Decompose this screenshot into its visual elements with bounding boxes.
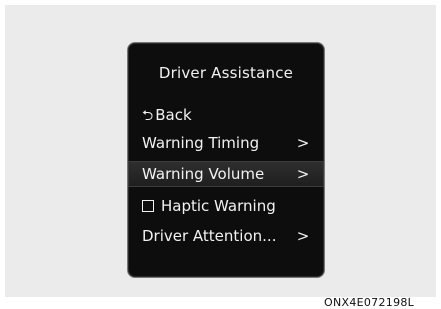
instrument-cluster-display: Driver Assistance ⮌ Back Warning Timing >… [127, 42, 325, 278]
back-arrow-icon: ⮌ [142, 108, 154, 124]
menu-item-label: Warning Volume [142, 165, 265, 183]
menu-item-haptic-warning[interactable]: Haptic Warning [142, 193, 310, 219]
menu-item-warning-timing[interactable]: Warning Timing > [142, 130, 310, 156]
figure-code: ONX4E072198L [324, 296, 415, 309]
menu-title: Driver Assistance [158, 64, 294, 82]
back-item[interactable]: ⮌ Back [142, 102, 310, 128]
chevron-right-icon: > [296, 165, 310, 183]
chevron-right-icon: > [296, 134, 310, 152]
menu-item-driver-attention[interactable]: Driver Attention... > [142, 223, 310, 249]
back-label: Back [155, 106, 192, 124]
menu-item-label: Driver Attention... [142, 227, 277, 245]
checkbox-unchecked-icon[interactable] [142, 200, 154, 212]
chevron-right-icon: > [296, 227, 310, 245]
menu-item-warning-volume[interactable]: Warning Volume > [128, 161, 324, 187]
menu-item-label: Warning Timing [142, 134, 260, 152]
menu-item-label: Haptic Warning [161, 197, 276, 215]
